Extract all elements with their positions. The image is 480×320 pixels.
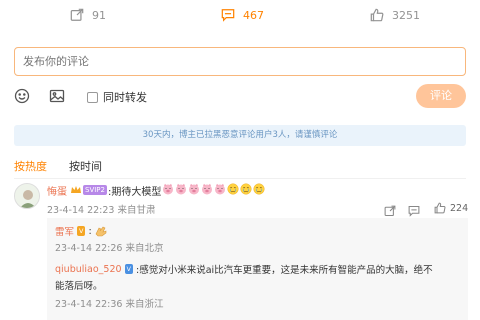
emoji-icon[interactable] [14,88,30,104]
reply-text: : [88,225,92,237]
verified-badge: V [124,264,133,274]
image-icon[interactable] [49,88,65,104]
divider [14,178,466,179]
forward-checkbox[interactable] [87,91,98,103]
cry-face-icon [227,182,239,195]
reply-username[interactable]: qiubuliao_520 [55,264,122,275]
pig-face-icon [163,183,174,194]
thumbs-up-icon [434,202,446,214]
reply-username[interactable]: 雷军 [55,224,74,238]
reply-list: 雷军 V : 23-4-14 22:26 来自北京 qiubuliao_520 … [47,218,468,320]
forward-icon [384,205,396,217]
comment-input[interactable] [14,47,466,76]
reply-item: 雷军 V : [55,224,108,238]
forward-action[interactable]: 91 [70,8,106,22]
comment-action[interactable]: 467 [221,8,264,22]
cry-face-icon [253,182,265,195]
like-action[interactable]: 3251 [370,8,420,22]
forward-checkbox-option[interactable]: 同时转发 [87,89,147,105]
pig-face-icon [189,183,200,194]
cry-face-icon [240,182,252,195]
reply-item: qiubuliao_520 V :感觉对小米来说ai比汽车更重要，这是未来所有智… [55,262,433,277]
hand-clap-icon [95,226,106,237]
forward-icon [70,8,84,21]
comment-username[interactable]: 悔蛋 [47,183,67,198]
reply-meta: 23-4-14 22:26 来自北京 [55,243,164,254]
forward-checkbox-label: 同时转发 [103,91,147,104]
comment-meta: 23-4-14 22:23 来自甘肃 [47,205,156,216]
reply-meta: 23-4-14 22:36 来自浙江 [55,299,164,310]
avatar-image [15,184,39,208]
comment-header: 悔蛋 SVIP2 :期待大模型 [47,182,265,198]
composer-toolbar: 同时转发 评论 [14,84,466,108]
reply-text: :感觉对小米来说ai比汽车更重要，这是未来所有智能产品的大脑，绝不 [136,265,433,276]
vip-tag: SVIP2 [83,185,107,195]
comment-icon [408,205,420,217]
tab-sort-time[interactable]: 按时间 [69,158,102,174]
comment-like-count: 224 [450,202,469,214]
reply-text-continued: 能落后呀。 [55,281,103,292]
comment-like-button[interactable]: 224 [434,202,468,214]
comment-emojis [161,182,265,198]
send-comment-button[interactable]: 评论 [416,84,466,108]
comment-icon [221,9,235,22]
pig-face-icon [202,183,213,194]
pig-face-icon [176,183,187,194]
post-action-bar: 91 467 3251 [0,0,480,34]
avatar[interactable] [14,183,40,209]
tab-sort-hot[interactable]: 按热度 [14,158,47,174]
pig-face-icon [215,183,226,194]
vip-badge: SVIP2 [70,185,107,195]
crown-icon [71,186,81,193]
forward-count: 91 [92,8,106,22]
like-count: 3251 [392,8,420,22]
comment-text: :期待大模型 [107,186,162,198]
thumbs-up-icon [370,8,384,22]
blocked-users-notice: 30天内，博主已拉黑恶意评论用户3人，请谨慎评论 [14,125,466,146]
comment-count: 467 [243,8,264,22]
comment-actions: 224 [384,200,468,217]
verified-badge: V [77,226,86,236]
